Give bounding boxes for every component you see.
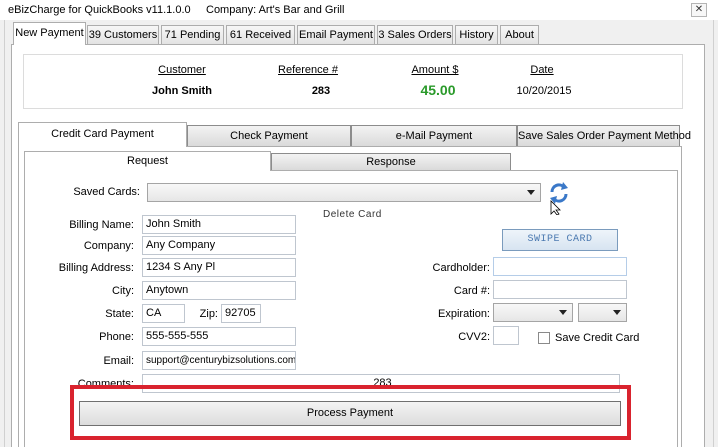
chevron-down-icon (613, 310, 621, 315)
cvv2-label: CVV2: (458, 331, 490, 343)
tab-response[interactable]: Response (271, 153, 511, 170)
billing-name-label: Billing Name: (69, 219, 134, 231)
saved-cards-select[interactable] (147, 183, 541, 202)
saved-cards-label: Saved Cards: (73, 186, 140, 198)
city-field[interactable]: Anytown (142, 281, 296, 300)
customer-value: John Smith (152, 85, 212, 97)
close-button[interactable]: ✕ (691, 3, 707, 17)
state-field[interactable]: CA (142, 304, 185, 323)
amount-label: Amount $ (411, 64, 459, 76)
chevron-down-icon (527, 190, 535, 195)
refresh-icon (550, 182, 568, 216)
card-number-label: Card #: (453, 285, 490, 297)
email-label: Email: (103, 355, 134, 367)
expiration-label: Expiration: (438, 308, 490, 320)
amount-value: 45.00 (420, 82, 456, 98)
swipe-card-button[interactable]: SWIPE CARD (502, 229, 618, 251)
cvv2-field[interactable] (493, 326, 519, 345)
tab-sales-orders[interactable]: 3 Sales Orders (377, 25, 453, 44)
payment-summary (23, 54, 683, 109)
city-label: City: (112, 285, 134, 297)
reference-label: Reference # (278, 64, 338, 76)
cardholder-label: Cardholder: (432, 262, 490, 274)
close-icon: ✕ (694, 4, 704, 15)
card-number-field[interactable] (493, 280, 627, 299)
tab-new-payment[interactable]: New Payment (13, 22, 86, 45)
tab-request[interactable]: Request (24, 151, 271, 171)
tab-email-payment[interactable]: Email Payment (297, 25, 375, 44)
tab-about[interactable]: About (500, 25, 539, 44)
tab-check-payment[interactable]: Check Payment (187, 125, 351, 146)
company-title: Company: Art's Bar and Grill (206, 4, 345, 16)
save-credit-card-label: Save Credit Card (555, 332, 640, 344)
email-field[interactable]: support@centurybizsolutions.com (142, 351, 296, 370)
expiration-month-select[interactable] (493, 303, 573, 322)
cardholder-field[interactable] (493, 257, 627, 276)
date-label: Date (530, 64, 554, 76)
billing-address-field[interactable]: 1234 S Any Pl (142, 258, 296, 277)
tab-received[interactable]: 61 Received (226, 25, 295, 44)
save-credit-card-checkbox[interactable] (538, 332, 550, 344)
refresh-button[interactable] (548, 181, 570, 216)
state-label: State: (105, 308, 134, 320)
customer-label: Customer (158, 64, 206, 76)
zip-label: Zip: (199, 308, 218, 320)
highlight-box (70, 385, 631, 440)
tab-email-payment-method[interactable]: e-Mail Payment (351, 125, 517, 146)
expiration-year-select[interactable] (578, 303, 627, 322)
phone-label: Phone: (99, 331, 134, 343)
delete-card-link[interactable]: Delete Card (323, 209, 382, 220)
zip-field[interactable]: 92705 (221, 304, 261, 323)
tab-history[interactable]: History (455, 25, 498, 44)
billing-name-field[interactable]: John Smith (142, 215, 296, 234)
reference-value: 283 (311, 85, 331, 97)
chevron-down-icon (559, 310, 567, 315)
tab-pending[interactable]: 71 Pending (161, 25, 224, 44)
mouse-cursor-icon (550, 200, 561, 216)
date-value: 10/20/2015 (516, 85, 572, 97)
tab-save-sales-order-payment-method[interactable]: Save Sales Order Payment Method (517, 125, 691, 146)
phone-field[interactable]: 555-555-555 (142, 327, 296, 346)
company-label: Company: (83, 240, 134, 252)
billing-address-label: Billing Address: (58, 262, 134, 274)
tab-customers[interactable]: 39 Customers (87, 25, 159, 44)
tab-credit-card-payment[interactable]: Credit Card Payment (18, 122, 187, 147)
company-field[interactable]: Any Company (142, 236, 296, 255)
app-title: eBizCharge for QuickBooks v11.1.0.0 (8, 4, 191, 16)
